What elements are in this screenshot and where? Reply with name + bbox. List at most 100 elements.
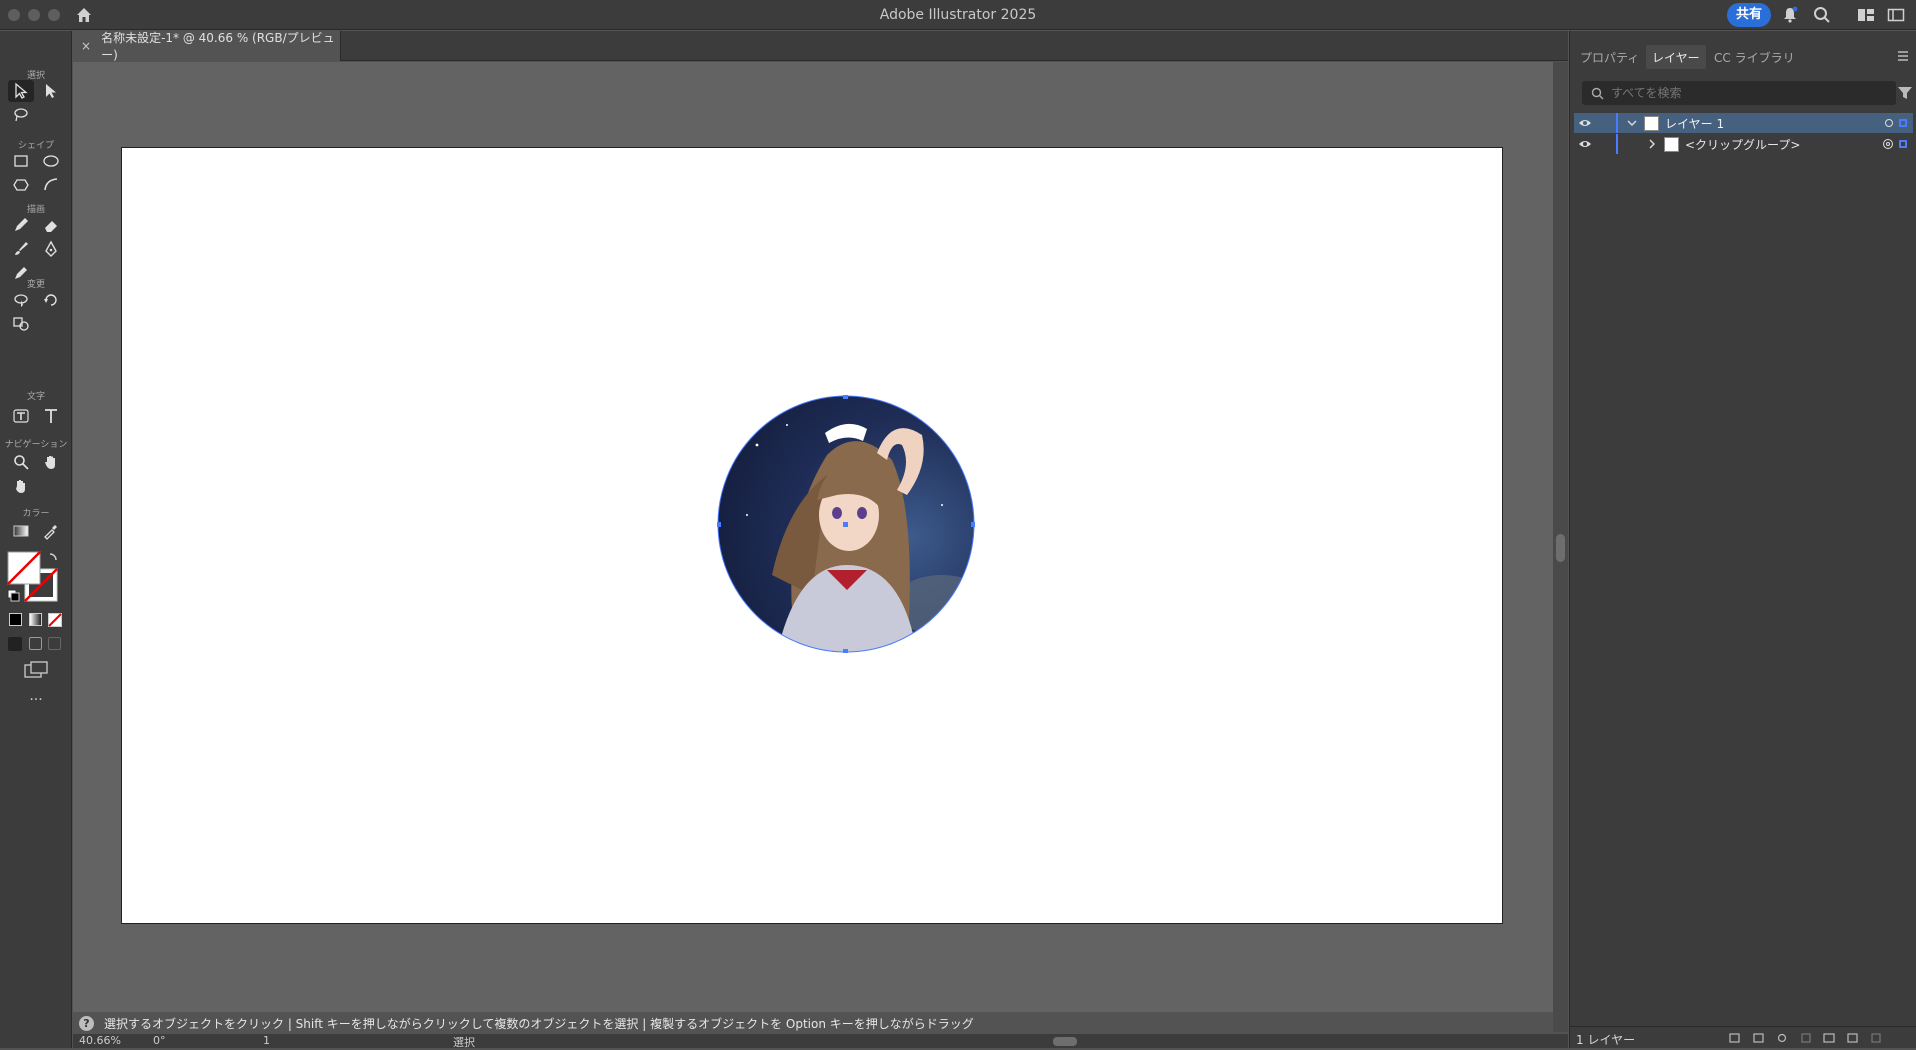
tab-cc-libraries[interactable]: CC ライブラリ — [1708, 45, 1801, 69]
clip-group-image[interactable] — [717, 395, 975, 653]
lasso-modify-icon — [14, 294, 28, 307]
polygon-icon — [13, 179, 29, 191]
shaper-icon — [44, 178, 58, 191]
close-tab-icon[interactable]: × — [81, 39, 91, 53]
layer-name[interactable]: <クリップグループ> — [1685, 136, 1800, 153]
area-type-tool[interactable] — [8, 405, 34, 427]
panel-tabs: プロパティ レイヤー CC ライブラリ — [1570, 31, 1916, 82]
search-icon[interactable] — [1812, 5, 1832, 25]
panel-toggle-icon[interactable] — [1886, 5, 1906, 25]
eyedropper-icon — [44, 525, 57, 540]
tab-properties[interactable]: プロパティ — [1574, 45, 1645, 69]
pencil-tool[interactable] — [8, 214, 34, 236]
tool-group-label: 文字 — [26, 392, 45, 402]
tool-group-label: ナビゲーション — [4, 440, 68, 450]
print-tiling-tool[interactable] — [8, 475, 34, 497]
canvas[interactable] — [73, 62, 1553, 1012]
polygon-tool[interactable] — [8, 174, 34, 196]
vertical-scrollbar[interactable] — [1553, 62, 1568, 1032]
selection-tool[interactable] — [8, 80, 34, 102]
direct-selection-tool[interactable] — [38, 80, 64, 102]
brush-tool[interactable] — [8, 238, 34, 260]
magnifier-icon — [14, 455, 29, 470]
help-icon[interactable]: ? — [79, 1015, 94, 1031]
eraser-icon — [45, 221, 57, 232]
layer-name[interactable]: レイヤー 1 — [1665, 115, 1724, 132]
gradient-icon — [13, 525, 29, 537]
layer-search-input[interactable] — [1611, 84, 1891, 102]
status-bar: 40.66% 0° 1 選択 — [73, 1034, 1568, 1049]
type-icon — [45, 409, 57, 423]
document-tab-bar: × 名称未設定-1* @ 40.66 % (RGB/プレビュー) — [73, 31, 1568, 62]
eyedropper-tool[interactable] — [38, 520, 64, 542]
hint-bar: ? 選択するオブジェクトをクリック | Shift キーを押しながらクリックして… — [73, 1012, 1553, 1034]
hand-tool[interactable] — [38, 451, 64, 473]
selection-square-icon[interactable] — [1899, 140, 1907, 148]
draw-behind-button[interactable] — [29, 637, 42, 650]
layer-search — [1582, 81, 1896, 105]
layer-count: 1 レイヤー — [1576, 1033, 1636, 1047]
hint-text: 選択するオブジェクトをクリック | Shift キーを押しながらクリックして複数… — [104, 1016, 974, 1031]
zoom-select[interactable]: 40.66% — [79, 1034, 121, 1047]
rectangle-icon — [14, 155, 28, 167]
draw-normal-button[interactable] — [8, 637, 22, 651]
lasso-icon — [14, 108, 28, 122]
visibility-eye-icon[interactable] — [1578, 139, 1592, 149]
rotate-icon — [44, 294, 57, 306]
ellipse-icon — [43, 155, 59, 167]
panel-menu-icon[interactable] — [1896, 50, 1910, 62]
search-icon — [1591, 87, 1604, 100]
shaper-tool[interactable] — [38, 174, 64, 196]
zoom-tool[interactable] — [8, 451, 34, 473]
layer-actions-icon[interactable] — [1726, 1032, 1906, 1044]
type-tool[interactable] — [38, 405, 64, 427]
gradient-mode-button[interactable] — [29, 613, 42, 626]
document-tab[interactable]: × 名称未設定-1* @ 40.66 % (RGB/プレビュー) — [73, 31, 341, 62]
layer-color-bar — [1616, 134, 1618, 154]
lasso-modify-tool[interactable] — [8, 289, 34, 311]
layer-row[interactable]: レイヤー 1 — [1574, 113, 1913, 133]
screen-mode-icon[interactable] — [24, 661, 48, 679]
bell-icon[interactable] — [1780, 5, 1800, 25]
ellipse-tool[interactable] — [38, 150, 64, 172]
tools-panel: 選択 シェイプ 描画 変更 文字 ナビゲーション カラー ... — [0, 31, 72, 1048]
pen-tool[interactable] — [38, 238, 64, 260]
target-icon[interactable] — [1883, 139, 1893, 149]
gradient-tool[interactable] — [8, 520, 34, 542]
shape-builder-icon — [13, 317, 29, 331]
more-tools-button[interactable]: ... — [0, 688, 72, 704]
draw-inside-button[interactable] — [48, 637, 61, 650]
selection-square-icon[interactable] — [1899, 119, 1907, 127]
layers-panel: プロパティ レイヤー CC ライブラリ レイヤー 1 <クリップグループ> 1 … — [1569, 31, 1916, 1048]
lasso-tool[interactable] — [8, 104, 34, 126]
layers-panel-footer: 1 レイヤー — [1570, 1026, 1916, 1048]
artboard-navigator[interactable]: 1 — [263, 1034, 270, 1047]
target-icon[interactable] — [1885, 119, 1893, 127]
workspace-icon[interactable] — [1856, 5, 1876, 25]
rectangle-tool[interactable] — [8, 150, 34, 172]
layer-row[interactable]: <クリップグループ> — [1574, 134, 1913, 154]
horizontal-scroll-thumb[interactable] — [1053, 1037, 1077, 1046]
none-mode-button[interactable] — [48, 613, 62, 627]
area-type-icon — [13, 409, 29, 423]
eraser-tool[interactable] — [38, 214, 64, 236]
selection-arrow-icon — [15, 82, 28, 99]
direct-selection-icon — [46, 84, 56, 98]
chevron-right-icon[interactable] — [1646, 139, 1658, 149]
brush-icon — [15, 242, 28, 255]
shape-builder-tool[interactable] — [8, 313, 34, 335]
rotation-select[interactable]: 0° — [153, 1034, 166, 1047]
print-tiling-icon — [16, 480, 25, 493]
share-button[interactable]: 共有 — [1727, 3, 1771, 27]
fill-stroke-swatches[interactable] — [6, 550, 62, 606]
rotate-tool[interactable] — [38, 289, 64, 311]
pen-icon — [45, 240, 57, 257]
layer-thumbnail — [1664, 136, 1679, 152]
hand-icon — [45, 456, 55, 469]
filter-icon[interactable] — [1897, 86, 1913, 100]
tab-layers[interactable]: レイヤー — [1646, 45, 1706, 69]
color-mode-button[interactable] — [9, 613, 22, 626]
visibility-eye-icon[interactable] — [1578, 118, 1592, 128]
vertical-scroll-thumb[interactable] — [1556, 534, 1565, 562]
chevron-down-icon[interactable] — [1626, 118, 1638, 128]
